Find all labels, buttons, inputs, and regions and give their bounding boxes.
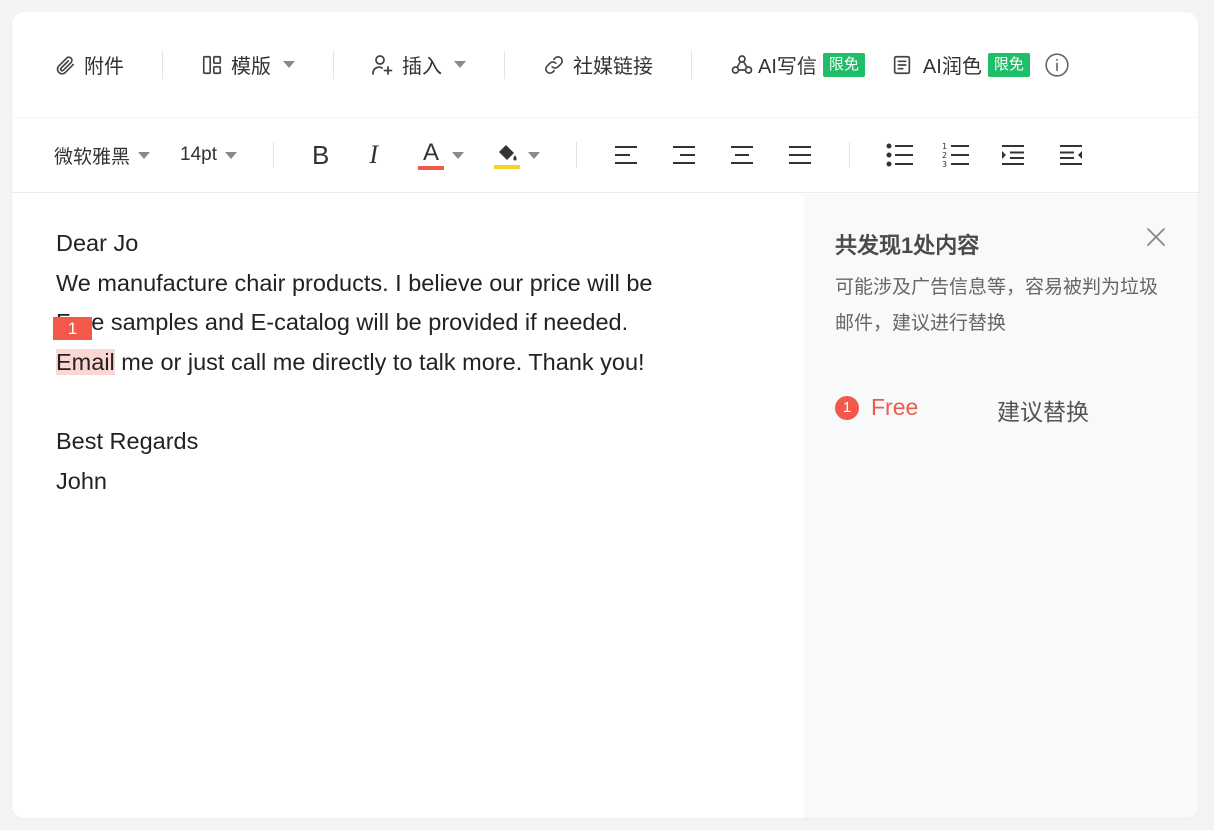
- attach-label: 附件: [84, 56, 124, 78]
- chevron-down-icon: [528, 151, 541, 159]
- email-line-rest: me or just call me directly to talk more…: [114, 348, 645, 375]
- free-badge: 限免: [987, 52, 1030, 77]
- align-left-icon: [615, 146, 638, 164]
- email-line: John: [56, 467, 107, 494]
- attach-button[interactable]: 附件: [54, 45, 124, 85]
- email-editor-card: 附件 模版 插入 社媒链接 AI写信 限免 AI润色 限免 微软雅黑 14pt …: [12, 12, 1198, 818]
- toolbar-divider: [504, 50, 505, 79]
- template-icon: [202, 55, 222, 74]
- bullet-list-button[interactable]: [886, 142, 914, 168]
- ai-polish-label: AI润色: [922, 56, 982, 78]
- font-family-select[interactable]: 微软雅黑: [54, 142, 151, 169]
- italic-button[interactable]: I: [369, 140, 378, 170]
- email-line: Free samples and E-catalog will be provi…: [56, 309, 629, 336]
- justify-button[interactable]: [787, 143, 813, 167]
- top-toolbar: 附件 模版 插入 社媒链接 AI写信 限免 AI润色 限免: [12, 12, 1198, 118]
- toolbar-divider: [691, 50, 692, 79]
- justify-icon: [789, 146, 812, 164]
- chevron-down-icon: [283, 61, 295, 68]
- info-icon: [1045, 52, 1069, 77]
- email-body-text: Dear Jo We manufacture chair products. I…: [56, 224, 653, 501]
- panel-description: 可能涉及广告信息等，容易被判为垃圾邮件，建议进行替换: [835, 277, 1159, 334]
- italic-icon: I: [369, 140, 379, 169]
- close-icon: [1147, 228, 1165, 246]
- flagged-word-highlight: Email: [56, 348, 115, 375]
- align-center-icon: [731, 146, 754, 164]
- font-size-select[interactable]: 14pt: [180, 144, 237, 166]
- toolbar-divider: [162, 50, 163, 79]
- issue-item[interactable]: 1 Free: [835, 394, 918, 421]
- svg-text:3: 3: [942, 160, 947, 169]
- svg-text:2: 2: [942, 151, 947, 160]
- align-left-button[interactable]: [613, 143, 639, 167]
- email-line: Dear Jo: [56, 230, 139, 256]
- info-button[interactable]: [1044, 45, 1070, 85]
- toolbar-divider: [849, 142, 851, 168]
- issue-marker[interactable]: 1: [53, 317, 92, 340]
- align-right-icon: [673, 146, 696, 164]
- email-body-editor[interactable]: Dear Jo We manufacture chair products. I…: [12, 194, 804, 818]
- email-line: Email me or just call me directly to tal…: [56, 343, 653, 383]
- template-button[interactable]: 模版: [201, 45, 295, 85]
- toolbar-divider: [576, 142, 578, 168]
- ai-write-button[interactable]: AI写信 限免: [730, 45, 865, 85]
- ai-write-label: AI写信: [758, 56, 817, 78]
- close-button[interactable]: [1145, 226, 1167, 248]
- text-color-button[interactable]: A: [418, 140, 465, 170]
- suggest-replace-button[interactable]: 建议替换: [997, 393, 1089, 427]
- issue-number-badge: 1: [835, 395, 859, 420]
- toolbar-divider: [273, 142, 274, 168]
- font-size-value: 14pt: [180, 144, 217, 165]
- free-badge: 限免: [822, 52, 865, 77]
- user-add-icon: [372, 54, 393, 75]
- bullet-list-icon: [886, 143, 914, 167]
- bold-icon: B: [312, 139, 330, 170]
- highlight-color-button[interactable]: [494, 142, 541, 169]
- chevron-down-icon: [454, 61, 466, 68]
- spam-check-panel: 共发现1处内容 可能涉及广告信息等，容易被判为垃圾邮件，建议进行替换 1 Fre…: [804, 194, 1198, 818]
- link-icon: [545, 55, 563, 74]
- indent-icon: [1002, 145, 1025, 165]
- paint-bucket-icon: [494, 142, 521, 169]
- align-right-button[interactable]: [671, 143, 697, 167]
- chevron-down-icon: [225, 151, 237, 159]
- ai-polish-button[interactable]: AI润色 限免: [891, 45, 1030, 85]
- email-line: Best Regards: [56, 427, 199, 454]
- outdent-button[interactable]: [1058, 143, 1084, 167]
- social-link-label: 社媒链接: [573, 56, 653, 78]
- email-line: [56, 382, 653, 422]
- bold-button[interactable]: B: [312, 140, 329, 171]
- chevron-down-icon: [452, 151, 465, 159]
- outdent-icon: [1060, 145, 1083, 165]
- insert-button[interactable]: 插入: [370, 45, 466, 85]
- issue-word: Free: [871, 394, 919, 420]
- panel-title: 共发现1处内容: [835, 233, 980, 258]
- insert-label: 插入: [402, 56, 442, 78]
- align-center-button[interactable]: [729, 143, 755, 167]
- font-family-value: 微软雅黑: [54, 146, 131, 168]
- numbered-list-icon: 123: [942, 142, 970, 169]
- toolbar-divider: [333, 50, 334, 79]
- paperclip-icon: [56, 55, 75, 75]
- svg-text:1: 1: [942, 142, 947, 151]
- format-toolbar: 微软雅黑 14pt B I A 1 2 3: [12, 118, 1198, 193]
- text-color-icon: A: [418, 140, 445, 170]
- numbered-list-button[interactable]: 123: [942, 141, 970, 169]
- document-icon: [893, 55, 911, 74]
- email-line: We manufacture chair products. I believe…: [56, 269, 653, 296]
- chevron-down-icon: [138, 151, 151, 159]
- ai-triangle-icon: [731, 54, 753, 74]
- social-link-button[interactable]: 社媒链接: [543, 45, 653, 85]
- template-label: 模版: [231, 56, 271, 78]
- indent-button[interactable]: [1000, 143, 1026, 167]
